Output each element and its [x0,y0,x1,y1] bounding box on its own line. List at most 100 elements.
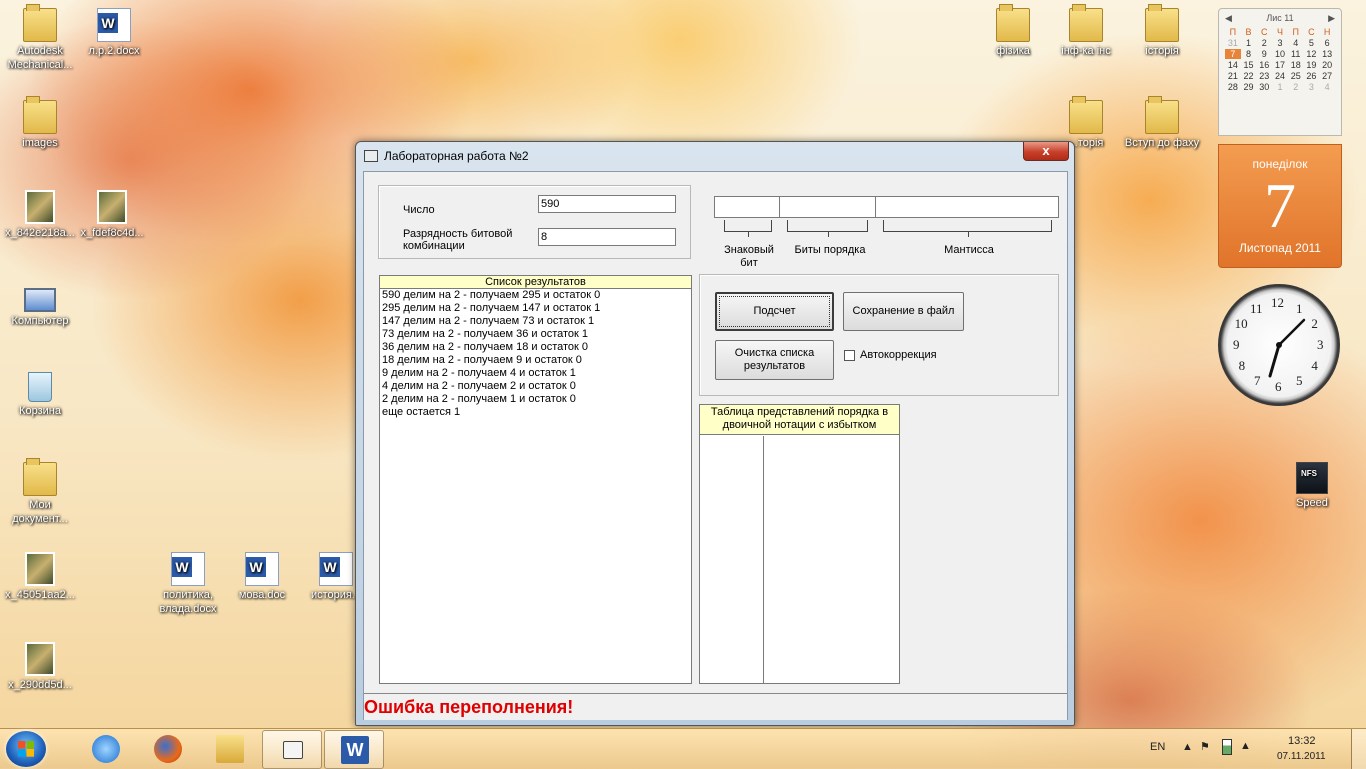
desktop-icon[interactable]: images [0,96,80,150]
calendar-day-cell[interactable]: 3 [1304,82,1320,92]
desktop-icon[interactable]: x_45051aa2... [0,552,80,602]
language-indicator[interactable]: EN [1150,741,1165,753]
tray-expand-icon[interactable]: ▲ [1182,741,1193,753]
desktop-icon-label: Autodesk Mechanical... [7,45,73,71]
calendar-day-cell[interactable]: 7 [1225,49,1241,59]
clock-number: 6 [1275,379,1282,394]
calendar-day-cell[interactable]: 25 [1288,71,1304,81]
list-item[interactable]: 73 делим на 2 - получаем 36 и остаток 1 [380,328,691,341]
desktop-icon[interactable]: Мои документ... [0,458,80,526]
network-warning-icon[interactable]: ▲ [1240,740,1251,752]
list-item[interactable]: 147 делим на 2 - получаем 73 и остаток 1 [380,315,691,328]
calendar-day-cell[interactable]: 16 [1256,60,1272,70]
list-item[interactable]: 36 делим на 2 - получаем 18 и остаток 0 [380,341,691,354]
excess-notation-table[interactable]: Таблица представлений порядка в двоичной… [699,404,900,684]
calendar-day-cell[interactable]: 3 [1272,38,1288,48]
save-to-file-button[interactable]: Сохранение в файл [843,292,964,331]
desktop-icon[interactable]: фізика [973,4,1053,58]
desktop-icon[interactable]: л.р.2.docx [74,8,154,58]
calculate-button[interactable]: Подсчет [715,292,834,331]
show-desktop-button[interactable] [1351,729,1366,769]
list-item[interactable]: 2 делим на 2 - получаем 1 и остаток 0 [380,393,691,406]
desktop-icon[interactable]: інф-ка інс [1046,4,1126,58]
calendar-day-cell[interactable]: 21 [1225,71,1241,81]
results-listbox[interactable]: Список результатов 590 делим на 2 - полу… [379,275,692,684]
calendar-gadget[interactable]: ◀ Лис 11 ▶ П В С Ч П С Н 31 1 2 3 4 5 6 7 8 9 10 11 12 13 14 1… [1218,8,1342,268]
calendar-day-cell[interactable]: 8 [1241,49,1257,59]
clock-gadget[interactable]: 12 1 2 3 4 5 6 7 8 9 10 11 [1218,284,1340,406]
calendar-day-cell[interactable]: 2 [1256,38,1272,48]
calendar-month-year: Листопад 2011 [1239,241,1321,255]
clock-number: 7 [1254,373,1261,389]
calendar-day-cell[interactable]: 14 [1225,60,1241,70]
autocorrect-checkbox[interactable] [844,350,855,361]
bits-input[interactable]: 8 [538,228,676,246]
calendar-day-cell[interactable]: 1 [1272,82,1288,92]
clock-number: 3 [1317,337,1324,352]
desktop-icon[interactable]: історія [1122,4,1202,58]
list-item[interactable]: 4 делим на 2 - получаем 2 и остаток 0 [380,380,691,393]
start-button[interactable] [6,731,46,767]
number-input[interactable]: 590 [538,195,676,213]
desktop-icon-label: x_290dd5d... [8,679,72,691]
lab-window[interactable]: Лабораторная работа №2 x Число 590 Разря… [355,141,1075,726]
list-item[interactable]: 18 делим на 2 - получаем 9 и остаток 0 [380,354,691,367]
calendar-day-cell[interactable]: 27 [1319,71,1335,81]
desktop-icon[interactable]: Speed [1272,462,1352,510]
list-item[interactable]: еще остается 1 [380,406,691,419]
calendar-day-cell[interactable]: 15 [1241,60,1257,70]
calendar-day-cell[interactable]: 22 [1241,71,1257,81]
calendar-day-cell[interactable]: 2 [1288,82,1304,92]
calendar-day-cell[interactable]: 30 [1256,82,1272,92]
desktop-icon[interactable]: x_fdef8c4d... [72,190,152,240]
list-item[interactable]: 590 делим на 2 - получаем 295 и остаток … [380,289,691,302]
calendar-day-cell[interactable]: 4 [1288,38,1304,48]
calendar-day-cell[interactable]: 1 [1241,38,1257,48]
calendar-day-cell[interactable]: 5 [1304,38,1320,48]
calendar-day-cell[interactable]: 19 [1304,60,1320,70]
calendar-day-cell[interactable]: 29 [1241,82,1257,92]
list-item[interactable]: 295 делим на 2 - получаем 147 и остаток … [380,302,691,315]
desktop-icon[interactable]: мова.doc [222,552,302,602]
calendar-day-cell[interactable]: 28 [1225,82,1241,92]
calendar-day-cell[interactable]: 26 [1304,71,1320,81]
calendar-day-cell[interactable]: 17 [1272,60,1288,70]
taskbar-program-window[interactable] [262,730,322,769]
calendar-day-cell[interactable]: 24 [1272,71,1288,81]
list-item[interactable]: 9 делим на 2 - получаем 4 и остаток 1 [380,367,691,380]
desktop-icon[interactable]: Вступ до фаху [1122,96,1202,150]
taskbar-explorer[interactable] [200,730,258,767]
calendar-day-cell[interactable]: 11 [1288,49,1304,59]
calendar-day-cell[interactable]: 6 [1319,38,1335,48]
next-month-icon[interactable]: ▶ [1328,13,1335,24]
calendar-day-cell[interactable]: 13 [1319,49,1335,59]
calendar-day-cell[interactable]: 10 [1272,49,1288,59]
internet-explorer-icon [92,735,120,763]
prev-month-icon[interactable]: ◀ [1225,13,1232,24]
exponent-bracket [787,220,868,237]
tray-date[interactable]: 07.11.2011 [1277,751,1326,762]
calendar-day-cell[interactable]: 31 [1225,38,1241,48]
taskbar-word[interactable]: W [324,730,384,769]
taskbar-internet-explorer[interactable] [76,730,134,767]
calendar-day-cell[interactable]: 9 [1256,49,1272,59]
desktop-icon[interactable]: Autodesk Mechanical... [0,4,80,72]
desktop-icon[interactable]: политика, влада.docx [148,552,228,616]
clock-number: 9 [1233,337,1240,352]
close-button[interactable]: x [1023,142,1069,161]
calendar-day-cell[interactable]: 12 [1304,49,1320,59]
desktop-icon[interactable]: Корзина [0,372,80,418]
desktop-icon[interactable]: x_842e218a... [0,190,80,240]
desktop-icon[interactable]: Компьютер [0,282,80,328]
desktop-icon[interactable]: x_290dd5d... [0,642,80,692]
tray-time[interactable]: 13:32 [1288,735,1316,747]
calendar-weekday-header: В [1245,27,1252,37]
calendar-day-cell[interactable]: 23 [1256,71,1272,81]
calendar-day-cell[interactable]: 4 [1319,82,1335,92]
clear-results-button[interactable]: Очистка списка результатов [715,340,834,380]
calendar-day-cell[interactable]: 20 [1319,60,1335,70]
calendar-day-cell[interactable]: 18 [1288,60,1304,70]
battery-icon[interactable] [1222,739,1232,755]
taskbar-firefox[interactable] [138,730,196,767]
action-center-flag-icon[interactable]: ⚑ [1200,740,1210,753]
